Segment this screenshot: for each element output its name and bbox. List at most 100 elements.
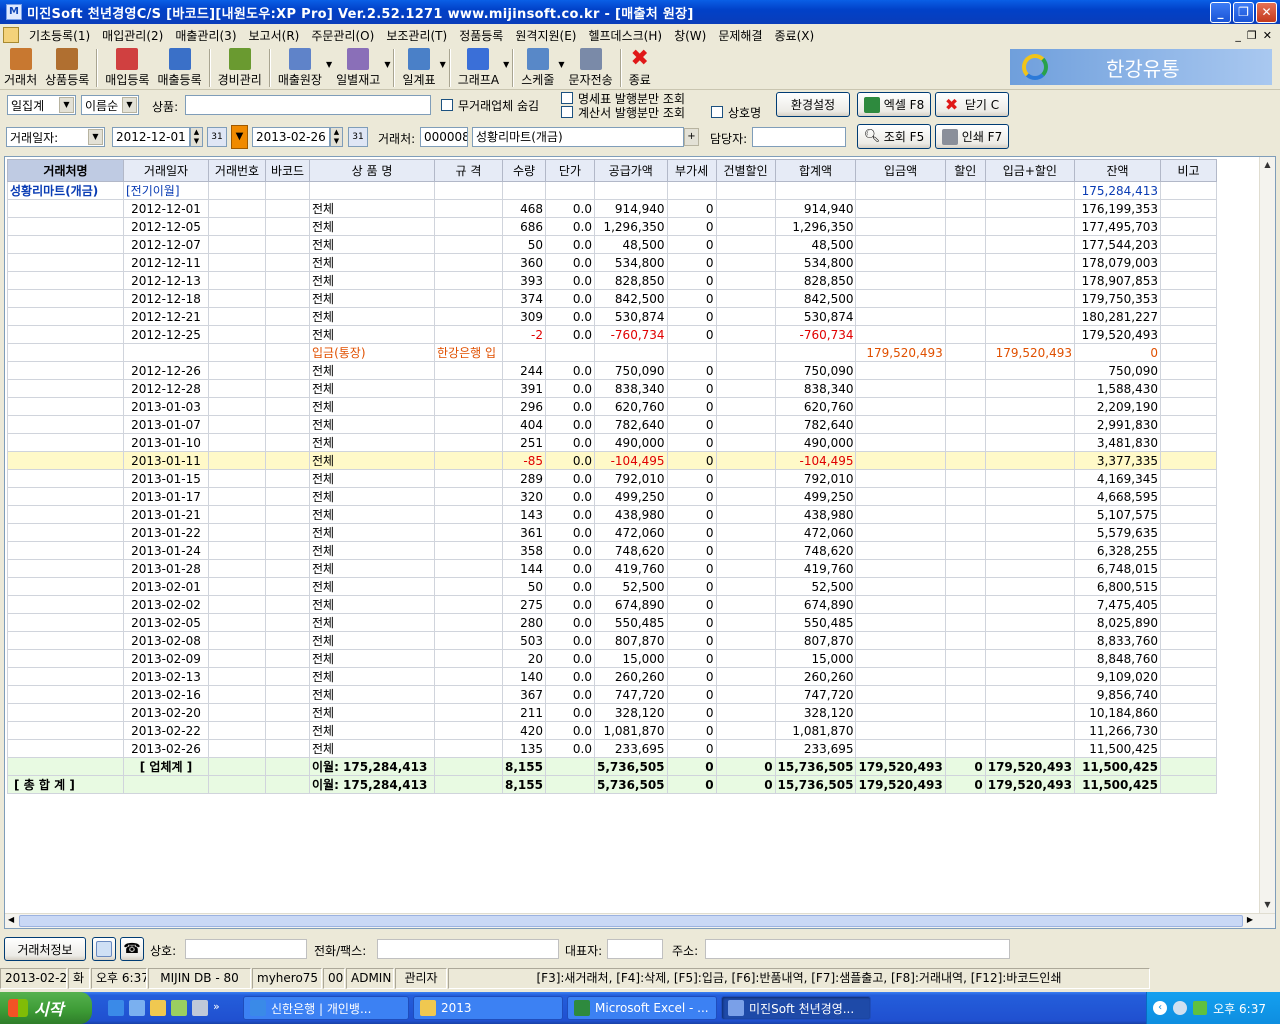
- grid-cell[interactable]: [208, 325, 266, 344]
- deposit-discount-cell[interactable]: [984, 325, 1076, 344]
- price-cell[interactable]: 0.0: [544, 289, 595, 308]
- grid-cell[interactable]: [265, 343, 310, 362]
- deposit-discount-cell[interactable]: [984, 739, 1076, 758]
- grid-cell[interactable]: [944, 703, 986, 722]
- menu-item-1[interactable]: 매입관리(2): [96, 27, 169, 44]
- vat-cell[interactable]: 0: [666, 703, 717, 722]
- balance-cell[interactable]: 8,848,760: [1074, 649, 1161, 668]
- grid-cell[interactable]: [208, 685, 266, 704]
- discount-cell[interactable]: 0: [715, 757, 776, 776]
- date-cell[interactable]: 2013-01-07: [123, 415, 209, 434]
- grid-cell[interactable]: [265, 271, 310, 290]
- column-header[interactable]: 입금액: [855, 159, 946, 182]
- supply-cell[interactable]: 328,120: [593, 703, 668, 722]
- supply-cell[interactable]: 1,081,870: [593, 721, 668, 740]
- grid-cell[interactable]: [944, 685, 986, 704]
- product-cell[interactable]: 전체: [309, 325, 435, 344]
- toolbar-button-sms[interactable]: 문자전송: [565, 46, 617, 88]
- supply-cell[interactable]: 842,500: [593, 289, 668, 308]
- date-cell[interactable]: 2013-01-24: [123, 541, 209, 560]
- grid-cell[interactable]: [1160, 415, 1217, 434]
- grid-cell[interactable]: [265, 181, 310, 200]
- deposit-discount-cell[interactable]: [984, 379, 1076, 398]
- deposit-discount-cell[interactable]: [984, 217, 1076, 236]
- grid-cell[interactable]: [265, 361, 310, 380]
- vat-cell[interactable]: 0: [666, 289, 717, 308]
- deposit-discount-cell[interactable]: [984, 487, 1076, 506]
- deposit-discount-cell[interactable]: [984, 469, 1076, 488]
- deposit-discount-cell[interactable]: [984, 361, 1076, 380]
- balance-cell[interactable]: 3,481,830: [1074, 433, 1161, 452]
- toolbar-button-purchase-doc[interactable]: 매입등록: [101, 46, 153, 88]
- spec-cell[interactable]: [434, 667, 503, 686]
- total-cell[interactable]: 438,980: [774, 505, 857, 524]
- deposit-cell[interactable]: [855, 649, 946, 668]
- qty-cell[interactable]: 309: [502, 307, 546, 326]
- deposit-discount-cell[interactable]: [984, 631, 1076, 650]
- product-cell[interactable]: 전체: [309, 577, 435, 596]
- grid-cell[interactable]: [208, 577, 266, 596]
- toolbar-button-ledger[interactable]: 매출원장: [274, 46, 326, 88]
- grid-cell[interactable]: [715, 487, 776, 506]
- grid-cell[interactable]: [1160, 775, 1217, 794]
- spec-cell[interactable]: [434, 289, 503, 308]
- table-row[interactable]: 2013-02-22 전체 420 0.0 1,081,870 0 1,081,870 11,…: [7, 721, 1217, 740]
- date-from-input[interactable]: 2012-12-01: [112, 127, 190, 147]
- grid-cell[interactable]: [944, 379, 986, 398]
- date-cell[interactable]: 2012-12-05: [123, 217, 209, 236]
- date-from-spinner[interactable]: ▲ ▼: [190, 127, 203, 147]
- spec-cell[interactable]: [434, 397, 503, 416]
- grid-cell[interactable]: [1160, 271, 1217, 290]
- grid-cell[interactable]: [944, 559, 986, 578]
- supply-cell[interactable]: 828,850: [593, 271, 668, 290]
- scroll-up-icon[interactable]: ▲: [1260, 157, 1275, 172]
- spec-cell[interactable]: [434, 523, 503, 542]
- qty-cell[interactable]: 211: [502, 703, 546, 722]
- grid-cell[interactable]: [944, 523, 986, 542]
- supply-cell[interactable]: 807,870: [593, 631, 668, 650]
- balance-cell[interactable]: 11,266,730: [1074, 721, 1161, 740]
- grid-cell[interactable]: [944, 505, 986, 524]
- column-header[interactable]: 규 격: [434, 159, 503, 182]
- scroll-right-icon[interactable]: ▶: [1247, 915, 1253, 924]
- product-cell[interactable]: 전체: [309, 739, 435, 758]
- vat-cell[interactable]: 0: [666, 397, 717, 416]
- vat-cell[interactable]: 0: [666, 577, 717, 596]
- date-cell[interactable]: 2013-02-01: [123, 577, 209, 596]
- grid-cell[interactable]: [208, 703, 266, 722]
- date-cell[interactable]: 2013-02-08: [123, 631, 209, 650]
- price-cell[interactable]: 0.0: [544, 217, 595, 236]
- supply-cell[interactable]: 48,500: [593, 235, 668, 254]
- discount-cell[interactable]: 0: [715, 775, 776, 794]
- grid-cell[interactable]: [309, 181, 435, 200]
- vat-cell[interactable]: 0: [666, 361, 717, 380]
- grid-cell[interactable]: [944, 613, 986, 632]
- deposit-discount-cell[interactable]: [984, 523, 1076, 542]
- date-cell[interactable]: 2013-02-09: [123, 649, 209, 668]
- total-cell[interactable]: 914,940: [774, 199, 857, 218]
- table-row[interactable]: 2013-01-11 전체 -85 0.0 -104,495 0 -104,495 3,377…: [7, 451, 1217, 470]
- supply-cell[interactable]: 260,260: [593, 667, 668, 686]
- horizontal-scrollbar[interactable]: ◀ ▶: [5, 913, 1275, 928]
- spec-cell[interactable]: [434, 649, 503, 668]
- grid-cell[interactable]: [208, 271, 266, 290]
- deposit-cell[interactable]: [855, 415, 946, 434]
- vat-cell[interactable]: 0: [666, 721, 717, 740]
- column-header[interactable]: 수량: [502, 159, 546, 182]
- grid-cell[interactable]: [544, 775, 595, 794]
- grid-cell[interactable]: [1160, 667, 1217, 686]
- vat-cell[interactable]: 0: [666, 433, 717, 452]
- discount-cell[interactable]: 0: [944, 775, 986, 794]
- total-cell[interactable]: 620,760: [774, 397, 857, 416]
- spec-cell[interactable]: 한강은행 입: [434, 343, 503, 362]
- scroll-down-icon[interactable]: ▼: [1260, 897, 1275, 912]
- grid-cell[interactable]: [944, 451, 986, 470]
- grid-cell[interactable]: [7, 595, 124, 614]
- total-cell[interactable]: 842,500: [774, 289, 857, 308]
- balance-cell[interactable]: 10,184,860: [1074, 703, 1161, 722]
- deposit-cell[interactable]: [855, 721, 946, 740]
- price-cell[interactable]: 0.0: [544, 667, 595, 686]
- qty-cell[interactable]: 8,155: [502, 775, 546, 794]
- grid-cell[interactable]: [265, 757, 310, 776]
- supply-cell[interactable]: [593, 343, 668, 362]
